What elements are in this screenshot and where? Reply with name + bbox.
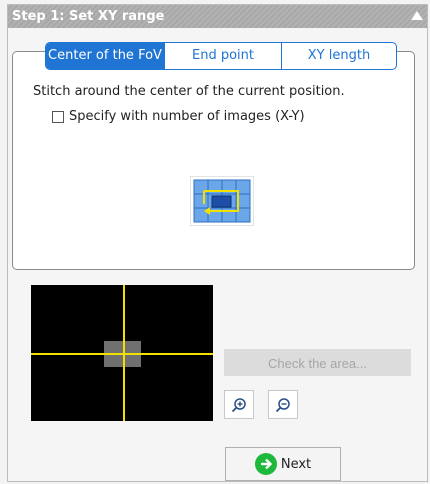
stitch-center-icon xyxy=(189,175,255,227)
check-area-button[interactable]: Check the area... xyxy=(224,349,411,376)
range-mode-tabs: Center of the FoV End point XY length xyxy=(45,42,397,70)
crosshair-horizontal xyxy=(31,353,213,355)
panel-title: Step 1: Set XY range xyxy=(12,9,165,24)
specify-images-option[interactable]: Specify with number of images (X-Y) xyxy=(52,109,305,124)
specify-images-label: Specify with number of images (X-Y) xyxy=(69,109,305,124)
arrow-right-circle-icon xyxy=(254,453,277,475)
tab-center-of-fov[interactable]: Center of the FoV xyxy=(46,43,164,69)
tab-xy-length[interactable]: XY length xyxy=(281,43,396,69)
panel-header[interactable]: Step 1: Set XY range xyxy=(8,5,427,28)
tab-end-point[interactable]: End point xyxy=(164,43,281,69)
specify-images-checkbox[interactable] xyxy=(52,110,64,123)
zoom-in-button[interactable] xyxy=(224,390,254,419)
collapse-up-arrow-icon[interactable] xyxy=(411,11,423,20)
zoom-out-icon xyxy=(275,397,290,412)
stage-preview[interactable] xyxy=(31,285,213,421)
zoom-in-icon xyxy=(231,397,246,412)
next-button-label: Next xyxy=(280,456,312,472)
next-button[interactable]: Next xyxy=(225,447,341,481)
zoom-out-button[interactable] xyxy=(268,390,298,419)
mode-description: Stitch around the center of the current … xyxy=(33,84,345,99)
